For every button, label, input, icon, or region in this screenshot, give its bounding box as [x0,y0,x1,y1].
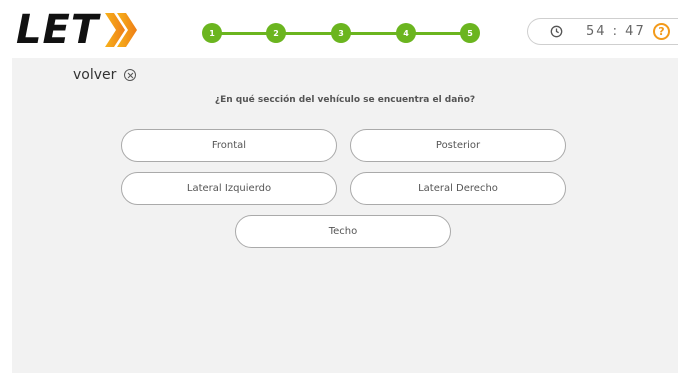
option-techo[interactable]: Techo [235,215,451,248]
double-chevron-right-icon [105,13,138,47]
main-panel: volver ¿En qué sección del vehículo se e… [12,58,678,373]
header: LET 1 2 3 4 5 54 : 47 ? [0,0,678,58]
logo: LET [16,9,139,51]
timer-box: 54 : 47 ? [527,18,678,45]
close-circle-icon[interactable] [124,69,137,81]
timer-text: 54 : 47 [586,24,646,39]
option-lateral-derecho[interactable]: Lateral Derecho [350,172,566,205]
help-icon[interactable]: ? [653,23,670,40]
option-frontal[interactable]: Frontal [121,129,337,162]
option-posterior[interactable]: Posterior [350,129,566,162]
step-4: 4 [396,23,416,43]
back-label: volver [73,67,117,83]
step-1: 1 [202,23,222,43]
step-2: 2 [266,23,286,43]
step-5: 5 [460,23,480,43]
back-button[interactable]: volver [73,67,137,83]
option-lateral-izquierdo[interactable]: Lateral Izquierdo [121,172,337,205]
step-3: 3 [331,23,351,43]
question-text: ¿En qué sección del vehículo se encuentr… [214,95,476,105]
progress-stepper: 1 2 3 4 5 [202,23,480,43]
clock-icon [550,25,563,38]
logo-text: LET [16,7,100,53]
